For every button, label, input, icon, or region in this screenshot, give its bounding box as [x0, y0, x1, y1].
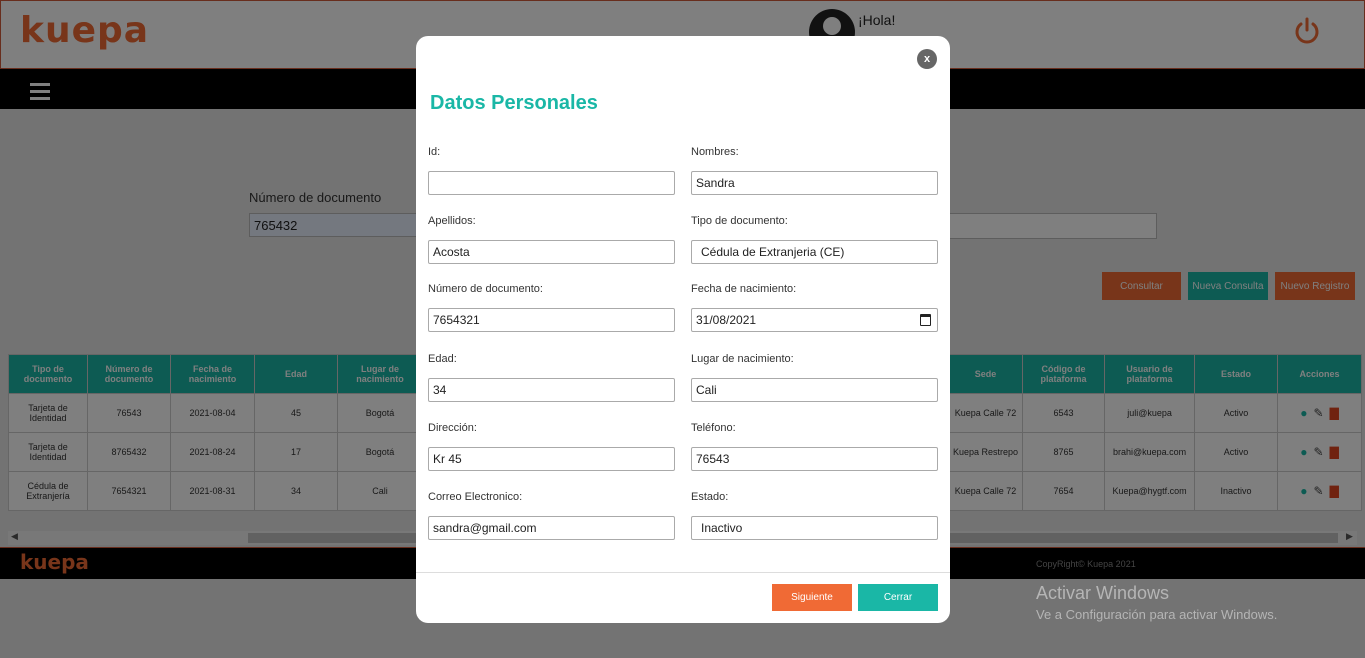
siguiente-button[interactable]: Siguiente: [772, 584, 852, 611]
field-label: Edad:: [428, 353, 457, 365]
telefono-field: Teléfono: 76543: [691, 422, 938, 471]
fecha-nacimiento-input[interactable]: 31/08/2021: [691, 308, 938, 332]
numero-documento-input[interactable]: 7654321: [428, 308, 675, 332]
edad-input[interactable]: 34: [428, 378, 675, 402]
field-label: Id:: [428, 146, 441, 158]
estado-select[interactable]: Inactivo: [691, 516, 938, 540]
modal-divider: [416, 572, 950, 573]
close-icon[interactable]: x: [917, 49, 937, 69]
field-label: Estado:: [691, 491, 729, 503]
windows-activation-title: Activar Windows: [1036, 583, 1170, 603]
calendar-icon[interactable]: [920, 314, 931, 326]
modal-title: Datos Personales: [430, 92, 598, 114]
apellidos-field: Apellidos: Acosta: [428, 215, 675, 264]
correo-input[interactable]: sandra@gmail.com: [428, 516, 675, 540]
lugar-nacimiento-field: Lugar de nacimiento: Cali: [691, 353, 938, 402]
tipo-documento-field: Tipo de documento: Cédula de Extranjeria…: [691, 215, 938, 264]
datos-personales-modal: x Datos Personales Id: Nombres: Sandra A…: [416, 36, 950, 623]
direccion-field: Dirección: Kr 45: [428, 422, 675, 471]
field-label: Número de documento:: [428, 283, 543, 295]
direccion-input[interactable]: Kr 45: [428, 447, 675, 471]
field-label: Lugar de nacimiento:: [691, 353, 794, 365]
nombres-field: Nombres: Sandra: [691, 146, 938, 195]
date-value: 31/08/2021: [696, 313, 757, 327]
apellidos-input[interactable]: Acosta: [428, 240, 675, 264]
lugar-nacimiento-input[interactable]: Cali: [691, 378, 938, 402]
field-label: Fecha de nacimiento:: [691, 283, 797, 295]
field-label: Apellidos:: [428, 215, 476, 227]
edad-field: Edad: 34: [428, 353, 675, 402]
tipo-documento-select[interactable]: Cédula de Extranjeria (CE): [691, 240, 938, 264]
field-label: Nombres:: [691, 146, 739, 158]
telefono-input[interactable]: 76543: [691, 447, 938, 471]
field-label: Dirección:: [428, 422, 477, 434]
numero-documento-field: Número de documento: 7654321: [428, 283, 675, 332]
field-label: Correo Electronico:: [428, 491, 523, 503]
id-input[interactable]: [428, 171, 675, 195]
field-label: Tipo de documento:: [691, 215, 788, 227]
correo-field: Correo Electronico: sandra@gmail.com: [428, 491, 675, 540]
estado-field: Estado: Inactivo: [691, 491, 938, 540]
field-label: Teléfono:: [691, 422, 736, 434]
id-field: Id:: [428, 146, 675, 195]
nombres-input[interactable]: Sandra: [691, 171, 938, 195]
fecha-nacimiento-field: Fecha de nacimiento: 31/08/2021: [691, 283, 938, 332]
windows-activation-subtitle: Ve a Configuración para activar Windows.: [1036, 607, 1278, 622]
cerrar-button[interactable]: Cerrar: [858, 584, 938, 611]
